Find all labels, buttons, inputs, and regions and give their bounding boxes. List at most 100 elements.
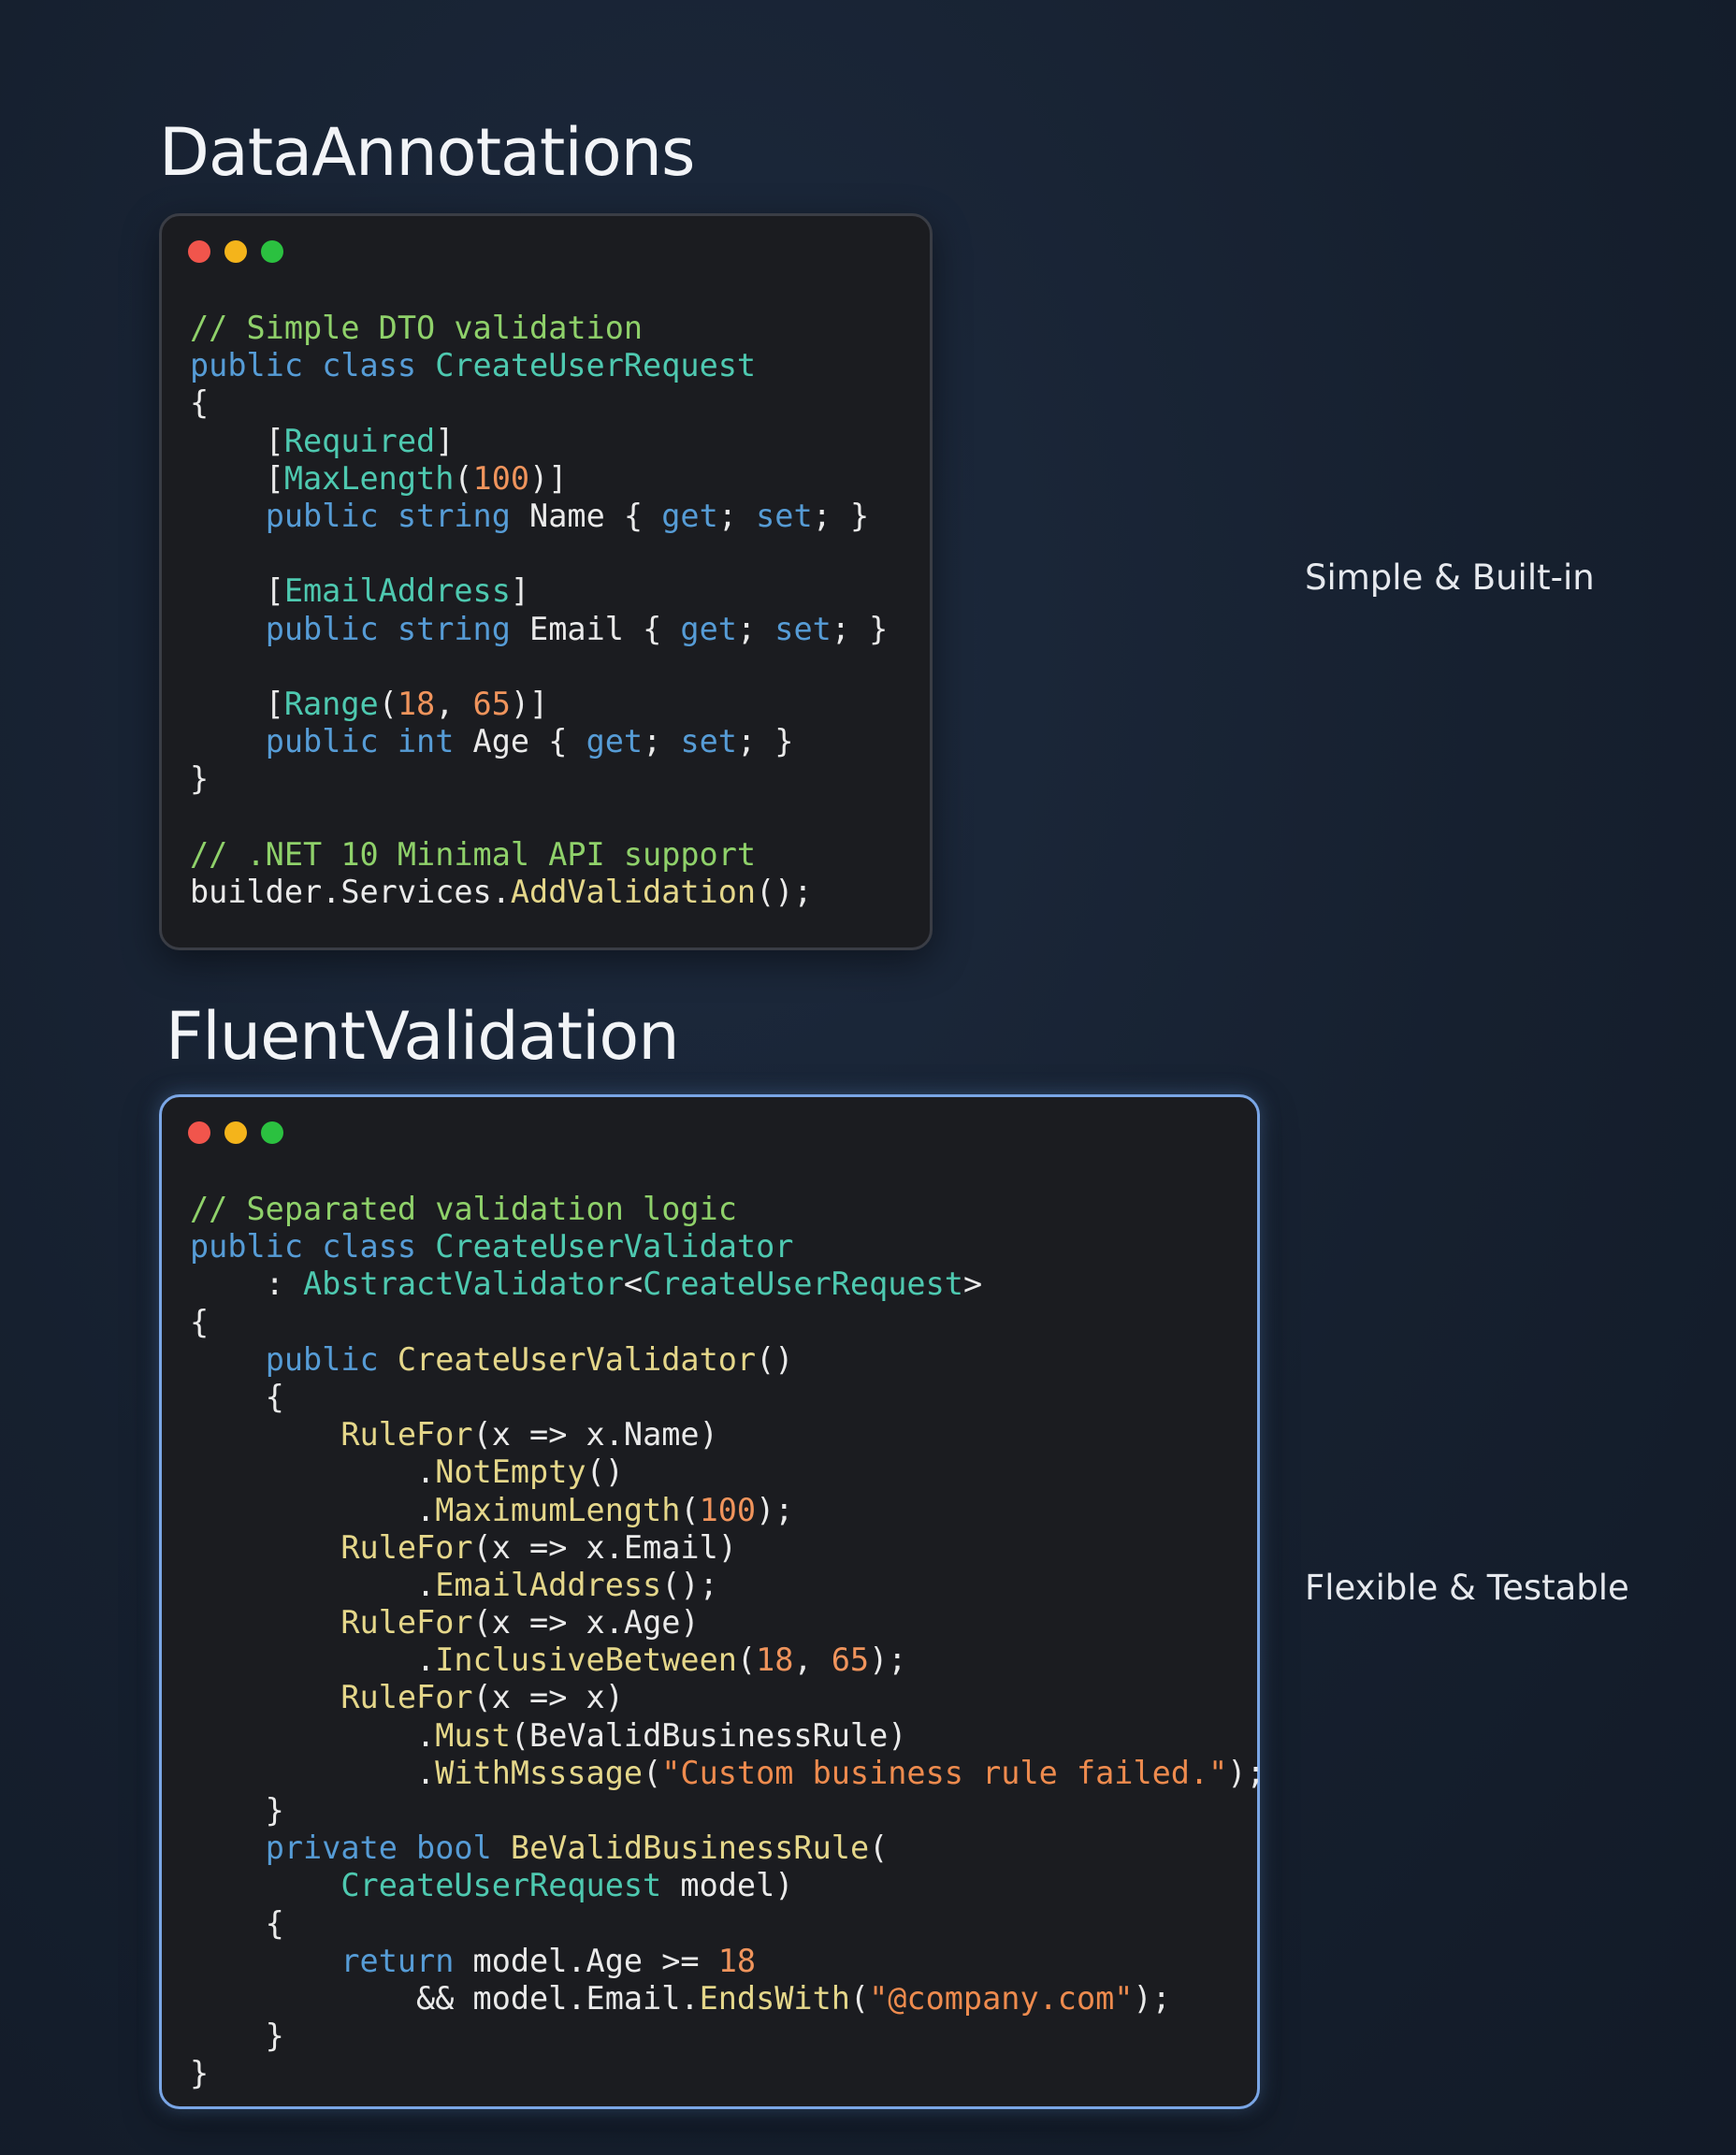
code-token-num: 100 (699, 1491, 757, 1528)
code-token-plain: ( (849, 1979, 870, 2017)
code-token-plain: , (793, 1642, 832, 1679)
code-token-type: MaxLength (283, 459, 455, 497)
code-token-num: 18 (717, 1942, 757, 1979)
code-token-num: 18 (397, 685, 436, 722)
code-token-comment: // .NET 10 Minimal API support (190, 835, 757, 873)
code-token-plain: model.Age >= (454, 1942, 718, 1979)
code-line: } (190, 2018, 1266, 2055)
code-token-plain: . (190, 1754, 436, 1791)
code-line: { (190, 384, 888, 422)
code-token-plain: (); (661, 1566, 718, 1603)
code-line: public string Name { get; set; } (190, 498, 888, 535)
maximize-dot-icon[interactable] (261, 1121, 283, 1144)
code-token-plain: (BeValidBusinessRule) (510, 1716, 907, 1754)
code-line: .Must(BeValidBusinessRule) (190, 1717, 1266, 1755)
code-token-plain: ); (756, 1491, 794, 1528)
code-line: .EmailAddress(); (190, 1567, 1266, 1604)
code-token-kw: string (397, 610, 511, 647)
code-token-type: EmailAddress (283, 572, 511, 610)
code-token-type: AbstractValidator (303, 1266, 624, 1303)
code-token-plain: ; (643, 723, 681, 760)
code-token-type: CreateUserRequest (340, 1867, 662, 1904)
code-token-kw: bool (416, 1830, 492, 1867)
code-token-plain: () (586, 1454, 624, 1491)
close-dot-icon[interactable] (188, 1121, 210, 1144)
code-token-plain: ; (736, 610, 775, 647)
code-token-type: Required (283, 422, 436, 459)
code-token-plain: } (190, 2018, 284, 2055)
code-token-plain: [ (190, 572, 284, 610)
code-token-plain: ( (869, 1830, 889, 1867)
code-token-plain: } (190, 2055, 210, 2092)
code-token-str: "Custom business rule failed." (661, 1754, 1228, 1791)
code-token-plain: Name { (510, 497, 662, 534)
code-token-kw: public (265, 610, 379, 647)
side-label-fluentvalidation: Flexible & Testable (1305, 1568, 1629, 1608)
code-token-kw: int (397, 723, 455, 760)
code-token-plain: ( (378, 685, 398, 722)
code-token-plain: . (190, 1642, 436, 1679)
code-line: RuleFor(x => x.Email) (190, 1529, 1266, 1567)
code-line: // Separated validation logic (190, 1191, 1266, 1228)
code-token-method: RuleFor (340, 1604, 473, 1642)
code-line: builder.Services.AddValidation(); (190, 874, 888, 911)
code-token-kw: class (322, 1228, 417, 1266)
code-token-plain: builder.Services. (190, 873, 511, 910)
code-token-type: Range (283, 685, 379, 722)
code-token-plain: ); (1133, 1979, 1171, 2017)
code-token-method: RuleFor (340, 1679, 473, 1716)
code-token-kw: set (680, 723, 737, 760)
code-token-kw: return (340, 1942, 455, 1979)
code-token-comment: // Simple DTO validation (190, 310, 644, 346)
section-title-dataannotations: DataAnnotations (159, 114, 695, 191)
code-token-plain: . (190, 1716, 436, 1754)
code-window-fluentvalidation: // Separated validation logic public clas… (159, 1094, 1266, 2109)
code-line: [EmailAddress] (190, 572, 888, 610)
code-token-plain: : (190, 1266, 304, 1303)
code-line: RuleFor(x => x.Name) (190, 1416, 1266, 1454)
code-token-kw: get (680, 610, 737, 647)
maximize-dot-icon[interactable] (261, 240, 283, 263)
side-label-dataannotations: Simple & Built-in (1305, 557, 1595, 598)
code-token-plain: ); (869, 1642, 907, 1679)
code-token-plain: { (190, 1904, 284, 1942)
code-token-plain: (x => x.Name) (472, 1416, 718, 1454)
code-token-plain: . (190, 1454, 436, 1491)
code-token-method: RuleFor (340, 1416, 473, 1454)
code-token-plain: ( (643, 1754, 662, 1791)
minimize-dot-icon[interactable] (224, 1121, 247, 1144)
code-token-plain: ] (510, 572, 530, 610)
code-line: // .NET 10 Minimal API support (190, 836, 888, 874)
code-token-plain: ; } (831, 610, 889, 647)
code-token-method: CreateUserValidator (397, 1340, 757, 1378)
code-token-plain: { (190, 1378, 284, 1415)
code-line: } (190, 760, 888, 798)
close-dot-icon[interactable] (188, 240, 210, 263)
code-token-plain: [ (190, 459, 284, 497)
code-token-plain: ] (435, 422, 455, 459)
code-token-kw: public (190, 1228, 304, 1266)
code-token-plain: } (190, 760, 210, 798)
code-line: [Required] (190, 423, 888, 460)
code-token-plain: )] (529, 459, 568, 497)
section-title-fluentvalidation: FluentValidation (166, 998, 680, 1075)
code-line: && model.Email.EndsWith("@company.com"); (190, 1980, 1266, 2018)
code-token-kw: public (265, 1340, 379, 1378)
code-token-kw: public (190, 347, 304, 384)
code-token-method: MaximumLength (435, 1491, 681, 1528)
code-token-plain: . (190, 1566, 436, 1603)
code-line: { (190, 1379, 1266, 1416)
minimize-dot-icon[interactable] (224, 240, 247, 263)
